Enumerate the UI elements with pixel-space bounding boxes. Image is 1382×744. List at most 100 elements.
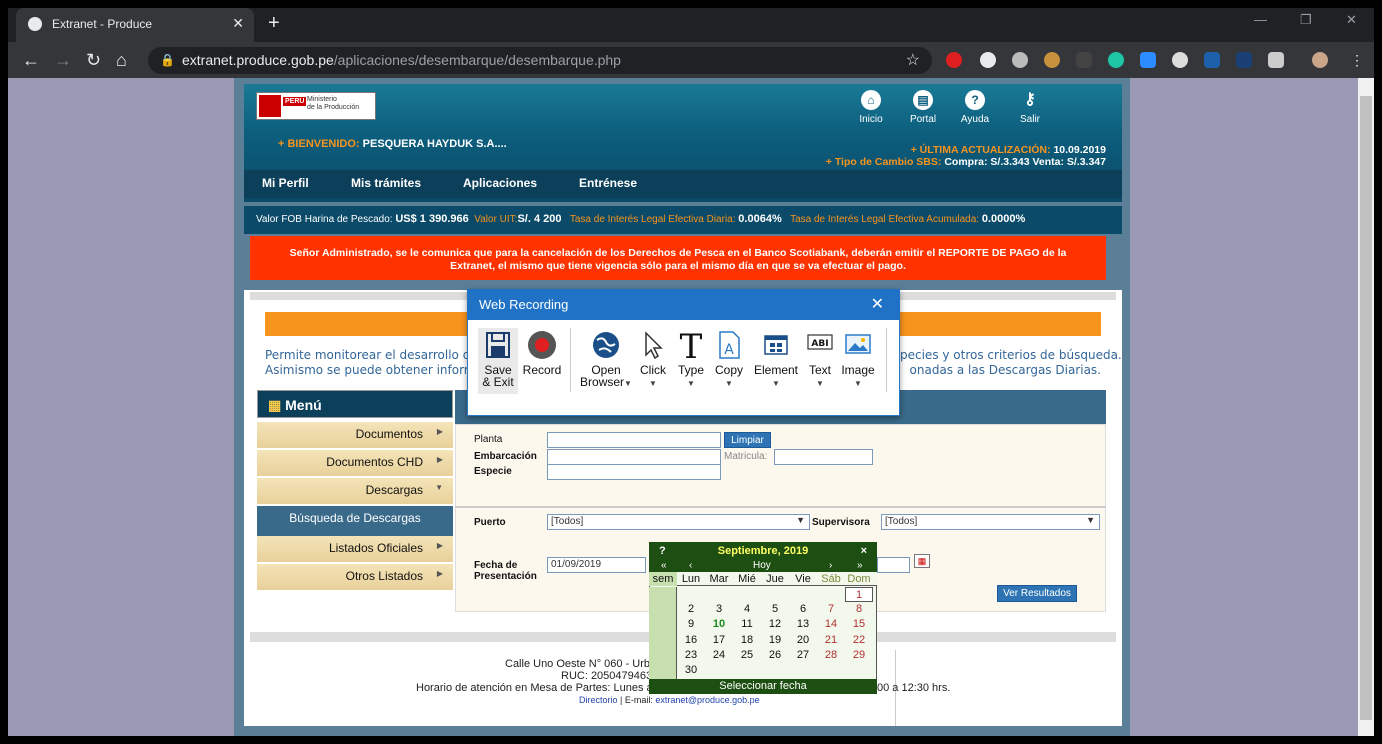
extension-search-icon[interactable] xyxy=(1172,52,1188,68)
top-link-salir[interactable]: ⚷ Salir xyxy=(1004,90,1056,125)
supervisora-select[interactable]: [Todos] ▼ xyxy=(881,514,1100,530)
calendar-day[interactable]: 17 xyxy=(705,633,733,648)
today-button[interactable]: Hoy xyxy=(753,560,771,572)
url-bar[interactable]: 🔒 extranet.produce.gob.pe/aplicaciones/d… xyxy=(148,47,932,74)
extension-circle-icon[interactable] xyxy=(980,52,996,68)
new-tab-button[interactable]: + xyxy=(268,12,280,34)
top-link-portal[interactable]: ▤ Portal xyxy=(897,90,949,125)
ministerio-logo[interactable]: PERÚ Ministerio de la Producción xyxy=(256,92,376,120)
extension-stop-icon[interactable] xyxy=(946,52,962,68)
especie-input[interactable] xyxy=(547,464,721,480)
fecha-hasta-input[interactable] xyxy=(877,557,910,573)
calendar-day[interactable]: 9 xyxy=(677,617,705,632)
extension-chart-icon[interactable] xyxy=(1236,52,1252,68)
extension-cookie-icon[interactable] xyxy=(1044,52,1060,68)
limpiar-button[interactable]: Limpiar xyxy=(724,432,771,448)
calendar-day[interactable]: 23 xyxy=(677,648,705,663)
next-year-button[interactable]: » xyxy=(857,560,863,572)
nav-aplicaciones[interactable]: Aplicaciones xyxy=(463,176,537,190)
puerto-select[interactable]: [Todos] ▼ xyxy=(547,514,810,530)
click-button[interactable]: Click ▼ xyxy=(636,330,670,390)
calendar-day[interactable]: 3 xyxy=(705,602,733,617)
minimize-button[interactable]: — xyxy=(1254,12,1267,27)
calendar-day[interactable]: 16 xyxy=(677,633,705,648)
extension-b-icon[interactable] xyxy=(1268,52,1284,68)
next-month-button[interactable]: › xyxy=(829,560,832,572)
embarcacion-input[interactable] xyxy=(547,449,721,465)
calendar-day[interactable]: 11 xyxy=(733,617,761,632)
calendar-day[interactable]: 25 xyxy=(733,648,761,663)
calendar-day[interactable]: 1 xyxy=(845,587,873,603)
calendar-day[interactable]: 7 xyxy=(817,602,845,617)
matricula-input[interactable] xyxy=(774,449,873,465)
fecha-desde-input[interactable]: 01/09/2019 xyxy=(547,557,646,573)
open-browser-button[interactable]: Open Browser▼ xyxy=(580,330,632,390)
copy-button[interactable]: A Copy ▼ xyxy=(712,330,746,390)
save-exit-button[interactable]: Save & Exit xyxy=(480,330,516,388)
menu-item-documentos[interactable]: Documentos ▶ xyxy=(257,422,453,448)
top-link-ayuda[interactable]: ? Ayuda xyxy=(949,90,1001,125)
calendar-day[interactable]: 15 xyxy=(845,617,873,632)
image-button[interactable]: Image ▼ xyxy=(840,330,876,390)
ver-resultados-button[interactable]: Ver Resultados xyxy=(997,585,1077,602)
calendar-picker-icon[interactable]: ▦ xyxy=(914,554,930,568)
menu-item-documentos-chd[interactable]: Documentos CHD ▶ xyxy=(257,450,453,476)
calendar-day[interactable]: 26 xyxy=(761,648,789,663)
nav-entrenese[interactable]: Entrénese xyxy=(579,176,637,190)
profile-avatar[interactable] xyxy=(1312,52,1328,68)
home-button[interactable]: ⌂ xyxy=(116,50,127,70)
extension-chat-icon[interactable] xyxy=(1108,52,1124,68)
close-window-button[interactable]: ✕ xyxy=(1346,12,1357,28)
top-link-inicio[interactable]: ⌂ Inicio xyxy=(845,90,897,125)
calendar-day[interactable]: 22 xyxy=(845,633,873,648)
calendar-day[interactable]: 13 xyxy=(789,617,817,632)
email-link[interactable]: extranet@produce.gob.pe xyxy=(655,695,759,705)
text-button[interactable]: ABI Text ▼ xyxy=(804,330,836,390)
forward-button[interactable]: → xyxy=(54,50,72,70)
extension-record-icon[interactable] xyxy=(1012,52,1028,68)
extension-zoom-icon[interactable] xyxy=(1140,52,1156,68)
calendar-day[interactable]: 14 xyxy=(817,617,845,632)
calendar-day[interactable]: 12 xyxy=(761,617,789,632)
web-recording-close-button[interactable]: ✕ xyxy=(871,294,884,314)
calendar-day[interactable]: 29 xyxy=(845,648,873,663)
menu-item-listados-oficiales[interactable]: Listados Oficiales ▶ xyxy=(257,536,453,562)
calendar-day[interactable]: 6 xyxy=(789,602,817,617)
planta-input[interactable] xyxy=(547,432,721,448)
bookmark-star-icon[interactable]: ☆ xyxy=(906,50,920,70)
calendar-day[interactable]: 24 xyxy=(705,648,733,663)
calendar-day[interactable]: 19 xyxy=(761,633,789,648)
calendar-day[interactable]: 30 xyxy=(677,663,705,678)
element-button[interactable]: Element ▼ xyxy=(750,330,802,390)
prev-month-button[interactable]: ‹ xyxy=(689,560,692,572)
calendar-day[interactable]: 4 xyxy=(733,602,761,617)
calendar-day[interactable]: 21 xyxy=(817,633,845,648)
scrollbar-thumb[interactable] xyxy=(1360,96,1372,720)
nav-mi-perfil[interactable]: Mi Perfil xyxy=(262,176,309,190)
calendar-day[interactable]: 5 xyxy=(761,602,789,617)
menu-item-descargas[interactable]: Descargas ▼ xyxy=(257,478,453,504)
calendar-help-button[interactable]: ? xyxy=(659,542,666,560)
calendar-day[interactable]: 18 xyxy=(733,633,761,648)
calendar-day[interactable]: 20 xyxy=(789,633,817,648)
calendar-day[interactable]: 10 xyxy=(705,617,733,632)
directorio-link[interactable]: Directorio xyxy=(579,695,618,705)
extension-x-icon[interactable] xyxy=(1076,52,1092,68)
browser-tab[interactable]: Extranet - Produce ✕ xyxy=(16,8,254,42)
type-button[interactable]: T Type ▼ xyxy=(674,330,708,390)
menu-item-busqueda-descargas[interactable]: Búsqueda de Descargas xyxy=(257,506,453,536)
record-button[interactable]: Record xyxy=(522,330,562,376)
tab-close-icon[interactable]: ✕ xyxy=(232,15,244,32)
nav-mis-tramites[interactable]: Mis trámites xyxy=(351,176,421,190)
calendar-day[interactable]: 28 xyxy=(817,648,845,663)
back-button[interactable]: ← xyxy=(22,50,40,70)
prev-year-button[interactable]: « xyxy=(661,560,667,572)
reload-button[interactable]: ↻ xyxy=(86,50,101,70)
browser-menu-icon[interactable]: ⋮ xyxy=(1350,52,1364,69)
extension-uipath-icon[interactable] xyxy=(1204,52,1220,68)
calendar-close-button[interactable]: × xyxy=(861,542,867,560)
calendar-day[interactable]: 2 xyxy=(677,602,705,617)
restore-button[interactable]: ❐ xyxy=(1300,12,1312,28)
calendar-day[interactable]: 27 xyxy=(789,648,817,663)
menu-item-otros-listados[interactable]: Otros Listados ▶ xyxy=(257,564,453,590)
